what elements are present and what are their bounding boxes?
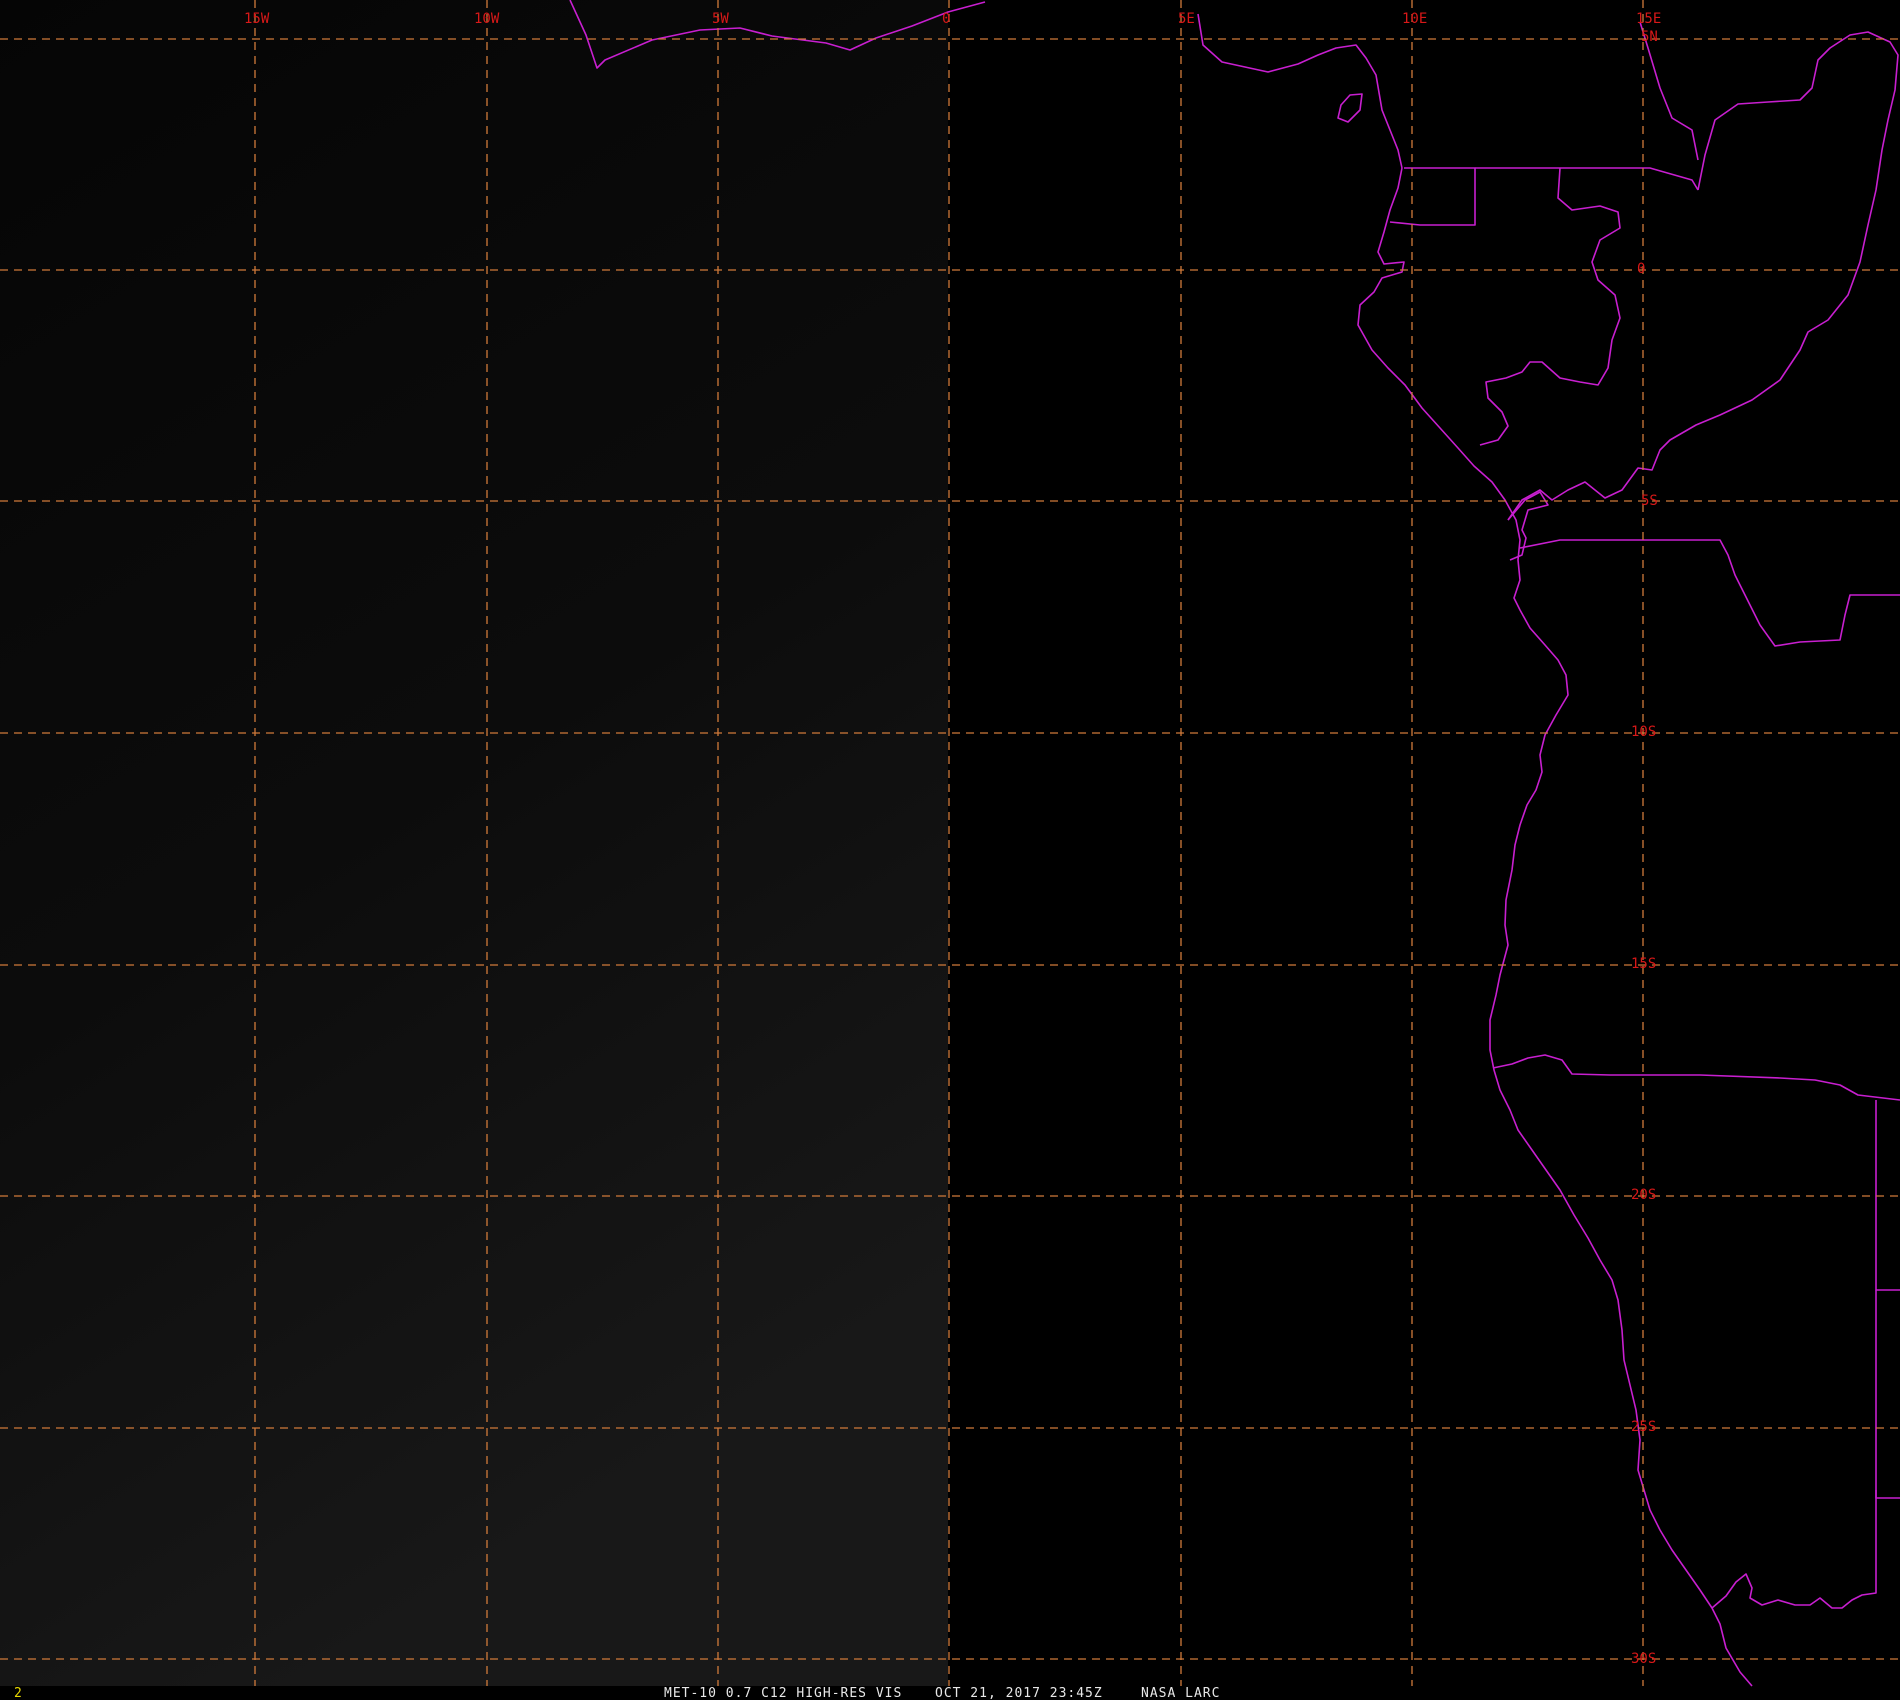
lat-label-20s: 20S <box>1631 1187 1656 1203</box>
lon-label-15e: 15E <box>1636 11 1661 27</box>
lon-label-15w: 15W <box>244 11 270 27</box>
lon-label-10e: 10E <box>1402 11 1427 27</box>
footer-satellite: MET-10 0.7 C12 HIGH-RES VIS <box>664 1686 902 1700</box>
footer-source: NASA LARC <box>1141 1686 1220 1700</box>
lat-label-5n: 5N <box>1641 29 1658 45</box>
lat-label-30s: 30S <box>1631 1651 1656 1667</box>
satellite-map: 15W 10W 5W 0 5E 10E 15E 5N 0 5S 10S 15S … <box>0 0 1900 1700</box>
lat-label-15s: 15S <box>1631 956 1656 972</box>
footer-timestamp: OCT 21, 2017 23:45Z <box>935 1686 1103 1700</box>
frame-number: 2 <box>14 1686 22 1700</box>
lat-label-0: 0 <box>1637 261 1645 277</box>
lon-label-5w: 5W <box>712 11 729 27</box>
lat-label-10s: 10S <box>1631 724 1656 740</box>
lon-label-5e: 5E <box>1178 11 1195 27</box>
lon-label-10w: 10W <box>474 11 500 27</box>
lat-label-25s: 25S <box>1631 1419 1656 1435</box>
lon-label-0: 0 <box>942 11 950 27</box>
lat-label-5s: 5S <box>1641 493 1658 509</box>
illuminated-ocean-region <box>0 0 948 1686</box>
